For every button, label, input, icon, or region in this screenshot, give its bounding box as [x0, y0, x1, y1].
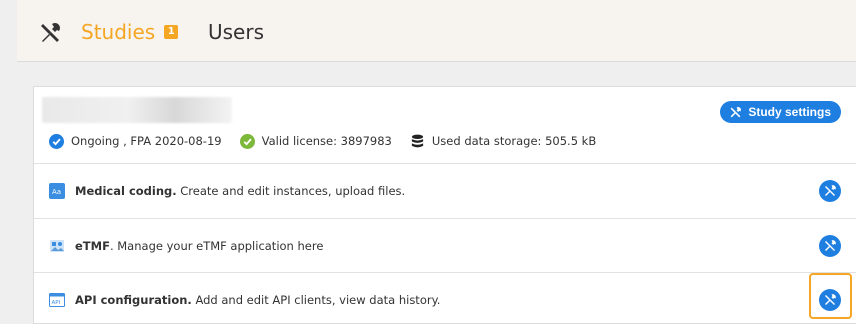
feature-description: Create and edit instances, upload files. [176, 184, 406, 198]
etmf-icon [50, 240, 64, 252]
storage-text: Used data storage: 505.5 kB [431, 134, 597, 148]
medical-coding-icon: Aa [49, 183, 65, 199]
check-circle-icon [49, 133, 64, 149]
tab-users[interactable]: Users [208, 20, 264, 44]
study-settings-label: Study settings [748, 105, 831, 119]
study-settings-button[interactable]: Study settings [720, 101, 841, 123]
svg-text:API: API [52, 300, 61, 306]
feature-title: API configuration. [75, 293, 192, 307]
feature-description: Add and edit API clients, view data hist… [191, 293, 441, 307]
svg-text:Aa: Aa [52, 188, 61, 196]
license-status: Valid license: 3897983 [239, 133, 392, 149]
database-icon [411, 134, 423, 147]
tab-studies[interactable]: Studies 1 [81, 20, 179, 44]
top-navigation-bar: Studies 1 Users [17, 0, 856, 62]
tab-studies-label: Studies [81, 20, 156, 44]
feature-text-api-configuration: API configuration. Add and edit API clie… [75, 293, 440, 307]
license-check-icon [239, 133, 255, 149]
etmf-settings-button[interactable] [819, 235, 841, 257]
feature-row-api-configuration: API API configuration. Add and edit API … [34, 273, 856, 324]
tools-icon [41, 22, 61, 42]
study-name-redacted [42, 97, 232, 123]
feature-description: . Manage your eTMF application here [109, 239, 324, 253]
api-configuration-settings-button[interactable] [819, 289, 841, 311]
license-text: Valid license: 3897983 [261, 134, 392, 148]
feature-text-medical-coding: Medical coding. Create and edit instance… [75, 184, 405, 198]
feature-title: eTMF [75, 239, 110, 253]
feature-title: Medical coding. [75, 184, 177, 198]
tab-users-label: Users [208, 20, 265, 44]
studies-count-badge: 1 [164, 25, 179, 39]
feature-text-etmf: eTMF. Manage your eTMF application here [75, 239, 323, 253]
study-phase: Ongoing , FPA 2020-08-19 [49, 133, 222, 149]
study-card: Study settings Ongoing , FPA 2020-08-19 … [33, 86, 856, 324]
api-icon: API [49, 293, 65, 307]
tools-icon [730, 106, 742, 117]
feature-row-medical-coding: Aa Medical coding. Create and edit insta… [34, 164, 856, 218]
feature-row-etmf: eTMF. Manage your eTMF application here [34, 219, 856, 273]
medical-coding-settings-button[interactable] [819, 180, 841, 202]
study-phase-text: Ongoing , FPA 2020-08-19 [71, 134, 222, 148]
storage-status: Used data storage: 505.5 kB [410, 134, 596, 149]
study-status-row: Ongoing , FPA 2020-08-19 Valid license: … [49, 131, 614, 151]
